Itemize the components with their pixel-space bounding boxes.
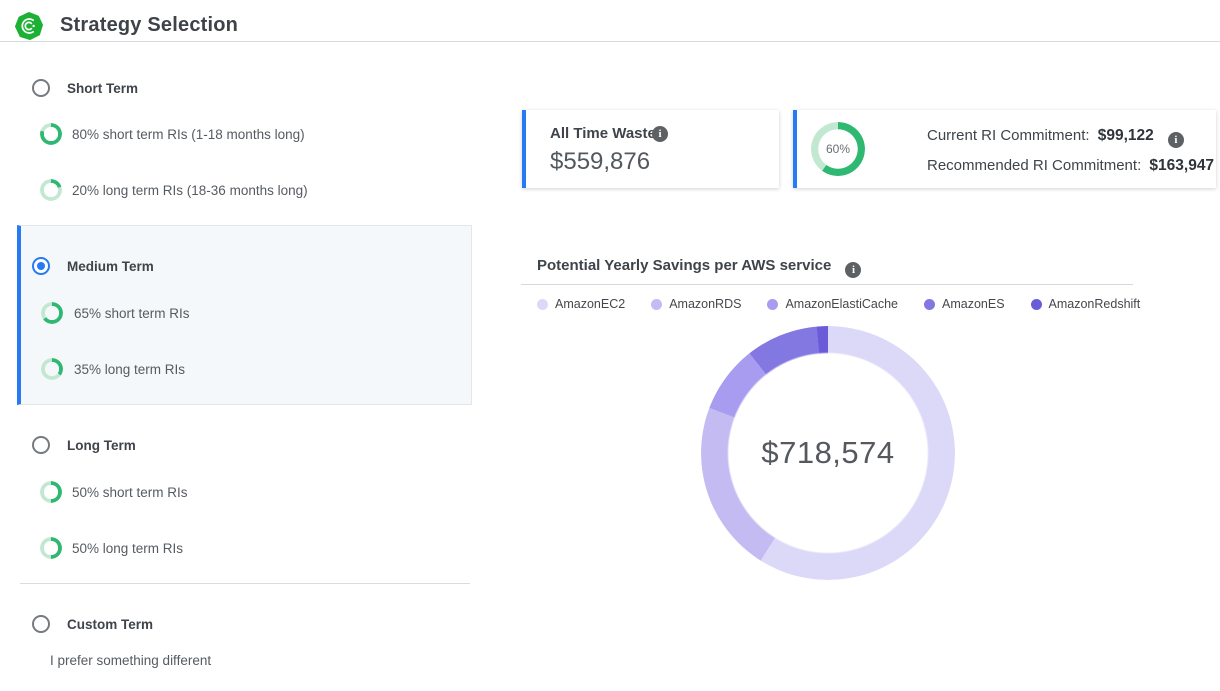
all-time-waste-label: All Time Waste [550, 125, 656, 142]
chart-title-text: Potential Yearly Savings per AWS service [537, 257, 831, 274]
strategy-selection-page: Strategy Selection Short Term 80% short … [0, 0, 1220, 691]
legend-dot-icon [924, 299, 935, 310]
short-term-option-1: 80% short term RIs (1-18 months long) [72, 127, 305, 142]
savings-total-value: $718,574 [701, 326, 955, 580]
legend-label: AmazonRDS [669, 297, 741, 311]
legend-dot-icon [651, 299, 662, 310]
all-time-waste-card: All Time Waste i $559,876 [522, 110, 779, 188]
short-term-option-2: 20% long term RIs (18-36 months long) [72, 183, 308, 198]
recommended-ri-commitment-label: Recommended RI Commitment: [927, 157, 1141, 174]
radio-long-term[interactable] [32, 436, 50, 454]
header-divider [0, 41, 1220, 42]
current-ri-commitment-value: $99,122 [1098, 127, 1154, 144]
all-time-waste-value: $559,876 [550, 148, 650, 176]
chart-legend: AmazonEC2 AmazonRDS AmazonElastiCache Amazo… [537, 297, 1140, 311]
legend-label: AmazonElastiCache [785, 297, 898, 311]
legend-item[interactable]: AmazonES [924, 297, 1005, 311]
coverage-gauge-label: 60% [811, 122, 865, 176]
legend-dot-icon [537, 299, 548, 310]
strategy-group-custom-term[interactable] [17, 583, 472, 691]
recommended-ri-commitment-value: $163,947 [1149, 157, 1214, 174]
short-term-label: Short Term [67, 81, 138, 96]
legend-item[interactable]: AmazonElastiCache [767, 297, 898, 311]
radio-medium-term[interactable] [32, 257, 50, 275]
medium-term-option-2: 35% long term RIs [74, 362, 185, 377]
info-icon[interactable]: i [845, 262, 861, 278]
current-ri-commitment-label: Current RI Commitment: [927, 127, 1090, 144]
mini-donut-20pct-icon [40, 179, 62, 201]
mini-donut-80pct-icon [40, 123, 62, 145]
medium-term-option-1: 65% short term RIs [74, 306, 190, 321]
medium-term-label: Medium Term [67, 259, 154, 274]
legend-dot-icon [1031, 299, 1042, 310]
custom-term-label: Custom Term [67, 617, 153, 632]
legend-label: AmazonES [942, 297, 1005, 311]
radio-short-term[interactable] [32, 79, 50, 97]
legend-item[interactable]: AmazonEC2 [537, 297, 625, 311]
info-icon[interactable]: i [652, 126, 668, 142]
brand-logo-icon [15, 12, 43, 40]
mini-donut-50pct-icon [40, 481, 62, 503]
legend-dot-icon [767, 299, 778, 310]
custom-term-caption: I prefer something different [50, 653, 211, 668]
savings-chart-panel: Potential Yearly Savings per AWS service… [521, 250, 1133, 690]
chart-title-divider [521, 284, 1133, 285]
radio-custom-term[interactable] [32, 615, 50, 633]
legend-item[interactable]: AmazonRDS [651, 297, 741, 311]
current-ri-commitment-row: Current RI Commitment: $99,122 i [927, 127, 1184, 148]
mini-donut-50pct-icon [40, 537, 62, 559]
section-divider [20, 583, 470, 584]
info-icon[interactable]: i [1168, 132, 1184, 148]
long-term-label: Long Term [67, 438, 136, 453]
legend-item[interactable]: AmazonRedshift [1031, 297, 1141, 311]
ri-commitment-card: 60% Current RI Commitment: $99,122 i Rec… [793, 110, 1216, 188]
legend-label: AmazonEC2 [555, 297, 625, 311]
chart-title: Potential Yearly Savings per AWS service… [537, 257, 861, 278]
legend-label: AmazonRedshift [1049, 297, 1141, 311]
mini-donut-35pct-icon [41, 358, 63, 380]
recommended-ri-commitment-row: Recommended RI Commitment: $163,947 i [927, 157, 1220, 178]
long-term-option-1: 50% short term RIs [72, 485, 188, 500]
mini-donut-65pct-icon [41, 302, 63, 324]
long-term-option-2: 50% long term RIs [72, 541, 183, 556]
page-title: Strategy Selection [60, 14, 238, 37]
